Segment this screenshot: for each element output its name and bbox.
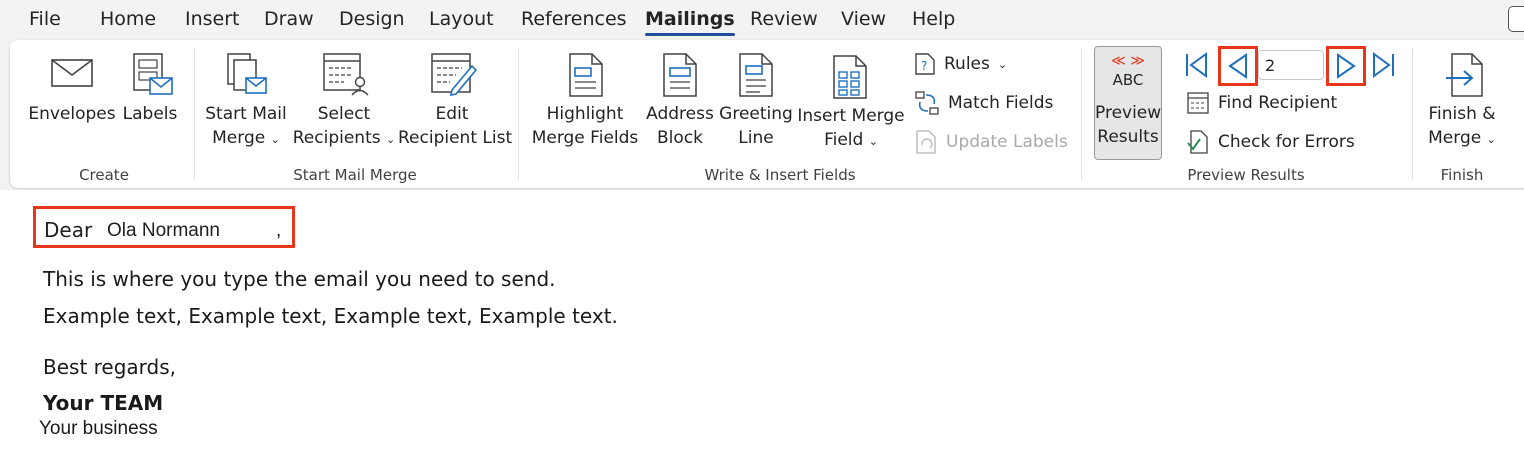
next-record-icon <box>1337 53 1356 79</box>
group-label-preview-results: Preview Results <box>1187 166 1305 184</box>
tab-draw[interactable]: Draw <box>264 8 314 30</box>
tab-help[interactable]: Help <box>912 8 955 30</box>
update-labels-button[interactable]: Update Labels <box>914 128 1068 156</box>
tab-view[interactable]: View <box>841 8 886 30</box>
tab-references[interactable]: References <box>521 8 627 30</box>
next-record-button[interactable] <box>1326 46 1366 86</box>
last-record-icon <box>1373 52 1394 78</box>
group-label-create: Create <box>79 166 129 184</box>
chevron-down-icon: ⌄ <box>868 135 878 148</box>
chevron-down-icon: ⌄ <box>997 57 1008 71</box>
find-recipient-icon <box>1187 92 1209 114</box>
group-separator <box>518 48 519 180</box>
mailings-ribbon: Envelopes Labels Create Start Mail Merge… <box>10 40 1524 188</box>
ribbon-tabs: File Home Insert Draw Design Layout Refe… <box>0 0 1524 40</box>
labels-button[interactable]: Labels <box>118 48 182 158</box>
closing-line: Best regards, <box>43 355 177 379</box>
tab-layout[interactable]: Layout <box>429 8 494 30</box>
record-number-input[interactable]: 2 <box>1258 50 1324 80</box>
signature-business: Your business <box>39 418 158 439</box>
body-line-2: Example text, Example text, Example text… <box>43 304 618 328</box>
recipient-name-field[interactable]: Ola Normann <box>107 220 220 242</box>
match-fields-icon <box>915 91 939 115</box>
chevron-down-icon: ⌄ <box>1486 133 1496 146</box>
insert-merge-field-button[interactable]: Insert Merge Field ⌄ <box>796 48 906 158</box>
tab-design[interactable]: Design <box>339 8 405 30</box>
signature-team: Your TEAM <box>43 391 164 415</box>
group-separator <box>194 48 195 180</box>
address-block-button[interactable]: Address Block <box>644 48 716 158</box>
preview-results-button[interactable]: ≪ ≫ ABC Preview Results <box>1094 46 1162 160</box>
group-label-start-mail-merge: Start Mail Merge <box>293 166 417 184</box>
find-recipient-button[interactable]: Find Recipient <box>1186 89 1337 117</box>
envelope-icon <box>51 59 93 87</box>
word-window: File Home Insert Draw Design Layout Refe… <box>0 0 1524 457</box>
document-body[interactable]: Dear Ola Normann , This is where you typ… <box>0 190 1524 457</box>
greeting-line-button[interactable]: Greeting Line <box>718 48 794 158</box>
check-for-errors-button[interactable]: Check for Errors <box>1186 128 1355 156</box>
tab-file[interactable]: File <box>29 8 61 30</box>
preview-arrows-icon: ≪ ≫ <box>1111 53 1145 69</box>
start-merge-icon <box>227 53 267 94</box>
group-label-finish: Finish <box>1440 166 1484 184</box>
edit-list-icon <box>431 53 478 97</box>
previous-record-button[interactable] <box>1218 46 1258 86</box>
greeting-line-icon <box>739 53 773 97</box>
highlight-merge-fields-button[interactable]: Highlight Merge Fields <box>530 48 640 158</box>
group-label-write-insert: Write & Insert Fields <box>704 166 856 184</box>
labels-icon <box>133 53 173 95</box>
greeting-text: Dear <box>44 218 93 242</box>
highlight-fields-icon <box>569 53 603 97</box>
select-recipients-button[interactable]: Select Recipients ⌄ <box>292 48 396 158</box>
rules-button[interactable]: ? Rules ⌄ <box>914 50 1007 78</box>
group-separator <box>1412 48 1413 180</box>
group-separator <box>1081 48 1082 180</box>
update-labels-icon <box>916 130 936 154</box>
check-errors-icon <box>1187 130 1208 154</box>
comments-icon[interactable] <box>1508 6 1524 32</box>
first-record-icon <box>1186 52 1207 78</box>
chevron-down-icon: ⌄ <box>386 133 396 146</box>
svg-text:?: ? <box>921 59 927 73</box>
body-line-1: This is where you type the email you nee… <box>43 267 556 291</box>
insert-merge-field-icon <box>833 55 867 99</box>
previous-record-icon <box>1228 53 1247 79</box>
match-fields-button[interactable]: Match Fields <box>914 89 1053 117</box>
greeting-comma: , <box>276 220 282 241</box>
tab-review[interactable]: Review <box>750 8 818 30</box>
last-record-button[interactable] <box>1366 48 1400 82</box>
finish-and-merge-button[interactable]: Finish & Merge ⌄ <box>1420 48 1504 158</box>
tab-mailings[interactable]: Mailings <box>645 8 735 36</box>
tab-insert[interactable]: Insert <box>185 8 240 30</box>
address-block-icon <box>663 53 697 97</box>
tab-home[interactable]: Home <box>100 8 156 30</box>
chevron-down-icon: ⌄ <box>270 133 280 146</box>
rules-icon: ? <box>915 53 935 75</box>
start-mail-merge-button[interactable]: Start Mail Merge ⌄ <box>202 48 290 158</box>
first-record-button[interactable] <box>1180 48 1214 82</box>
select-recipients-icon <box>323 53 369 96</box>
envelopes-button[interactable]: Envelopes <box>28 48 116 158</box>
edit-recipient-list-button[interactable]: Edit Recipient List <box>398 48 512 158</box>
finish-merge-icon <box>1446 53 1483 97</box>
greeting-line[interactable]: Dear Ola Normann , <box>33 206 295 248</box>
